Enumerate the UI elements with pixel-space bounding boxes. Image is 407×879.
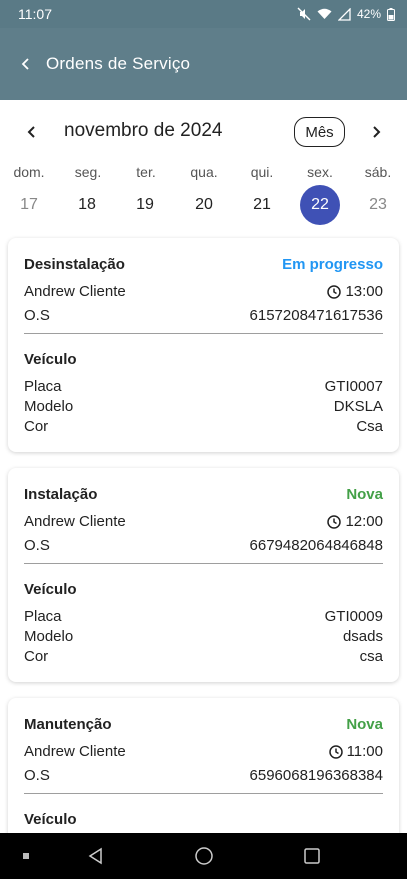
status-bar: 11:07 42% — [0, 0, 407, 28]
os-label: O.S — [24, 767, 50, 784]
placa-value: GTI0009 — [324, 608, 383, 625]
weekday-label: ter. — [136, 164, 156, 180]
os-label: O.S — [24, 307, 50, 324]
clock-icon — [327, 284, 342, 299]
divider — [24, 563, 383, 564]
square-dot-icon — [23, 853, 29, 859]
divider — [24, 793, 383, 794]
month-view-button[interactable]: Mês — [294, 117, 345, 147]
weekday-label: qua. — [190, 164, 218, 180]
service-order-card[interactable]: Desinstalação Em progresso Andrew Client… — [8, 238, 399, 452]
cor-value: Csa — [356, 418, 383, 435]
month-header: novembro de 2024 — [0, 100, 407, 164]
modelo-label: Modelo — [24, 398, 74, 415]
day-cell[interactable]: 23 — [358, 185, 398, 225]
battery-icon — [387, 7, 395, 21]
page-title: Ordens de Serviço — [46, 54, 191, 73]
previous-month-button[interactable] — [20, 120, 44, 144]
os-number: 6596068196368384 — [249, 767, 383, 784]
clock-icon — [327, 514, 342, 529]
battery-percent: 42% — [356, 7, 381, 21]
circle-home-icon — [195, 847, 213, 865]
status-time: 11:07 — [18, 6, 52, 22]
client-name: Andrew Cliente — [24, 513, 126, 530]
system-nav-bar — [0, 833, 407, 879]
clock-icon — [328, 744, 343, 759]
chevron-left-icon — [21, 58, 29, 70]
home-button[interactable] — [192, 844, 216, 868]
placa-value: GTI0007 — [324, 378, 383, 395]
vehicle-title: Veículo — [24, 581, 77, 598]
order-type: Desinstalação — [24, 256, 125, 273]
day-cell[interactable]: 17 — [9, 185, 49, 225]
os-number: 6679482064846848 — [249, 537, 383, 554]
weekday-label: seg. — [74, 164, 102, 180]
vehicle-title: Veículo — [24, 811, 77, 828]
day-cell[interactable]: 21 — [242, 185, 282, 225]
order-time: 11:00 — [346, 743, 383, 760]
back-nav-button[interactable] — [84, 844, 108, 868]
overview-button[interactable] — [300, 844, 324, 868]
day-cell-selected[interactable]: 22 — [300, 185, 340, 225]
service-order-card[interactable]: Manutenção Nova Andrew Cliente 11:00 O.S… — [8, 698, 399, 848]
placa-label: Placa — [24, 378, 62, 395]
modelo-value: DKSLA — [333, 398, 383, 415]
status-icons: 42% — [297, 7, 395, 21]
client-name: Andrew Cliente — [24, 743, 126, 760]
square-overview-icon — [304, 848, 320, 864]
cor-label: Cor — [24, 648, 49, 665]
modelo-value: dsads — [342, 628, 383, 645]
status-badge: Nova — [346, 716, 383, 733]
status-badge: Em progresso — [282, 256, 383, 273]
weekday-label: sex. — [307, 164, 333, 180]
weekday-label: qui. — [250, 164, 274, 180]
client-name: Andrew Cliente — [24, 283, 126, 300]
order-time: 13:00 — [345, 283, 383, 300]
weekday-label: sáb. — [364, 164, 392, 180]
weekday-label: dom. — [13, 164, 45, 180]
weekday-header: dom. seg. ter. qua. qui. sex. sáb. — [0, 164, 407, 184]
chevron-right-icon — [373, 126, 381, 138]
service-order-card[interactable]: Instalação Nova Andrew Cliente 12:00 O.S… — [8, 468, 399, 682]
order-type: Instalação — [24, 486, 98, 503]
app-bar: Ordens de Serviço — [0, 28, 407, 100]
back-button[interactable] — [14, 52, 38, 76]
month-label: novembro de 2024 — [64, 120, 223, 141]
day-cell[interactable]: 19 — [125, 185, 165, 225]
recent-apps-button[interactable] — [20, 850, 32, 862]
order-time: 12:00 — [345, 513, 383, 530]
status-badge: Nova — [346, 486, 383, 503]
day-cell[interactable]: 18 — [67, 185, 107, 225]
os-label: O.S — [24, 537, 50, 554]
os-number: 6157208471617536 — [249, 307, 383, 324]
placa-label: Placa — [24, 608, 62, 625]
signal-icon — [337, 7, 351, 21]
modelo-label: Modelo — [24, 628, 74, 645]
vehicle-title: Veículo — [24, 351, 77, 368]
cor-value: csa — [359, 648, 383, 665]
mute-icon — [297, 7, 311, 21]
chevron-left-icon — [27, 126, 35, 138]
cor-label: Cor — [24, 418, 49, 435]
triangle-back-icon — [88, 847, 102, 865]
wifi-icon — [317, 8, 332, 20]
divider — [24, 333, 383, 334]
day-cell[interactable]: 20 — [184, 185, 224, 225]
next-month-button[interactable] — [364, 120, 388, 144]
order-type: Manutenção — [24, 716, 112, 733]
week-days: 17 18 19 20 21 22 23 — [0, 185, 407, 225]
